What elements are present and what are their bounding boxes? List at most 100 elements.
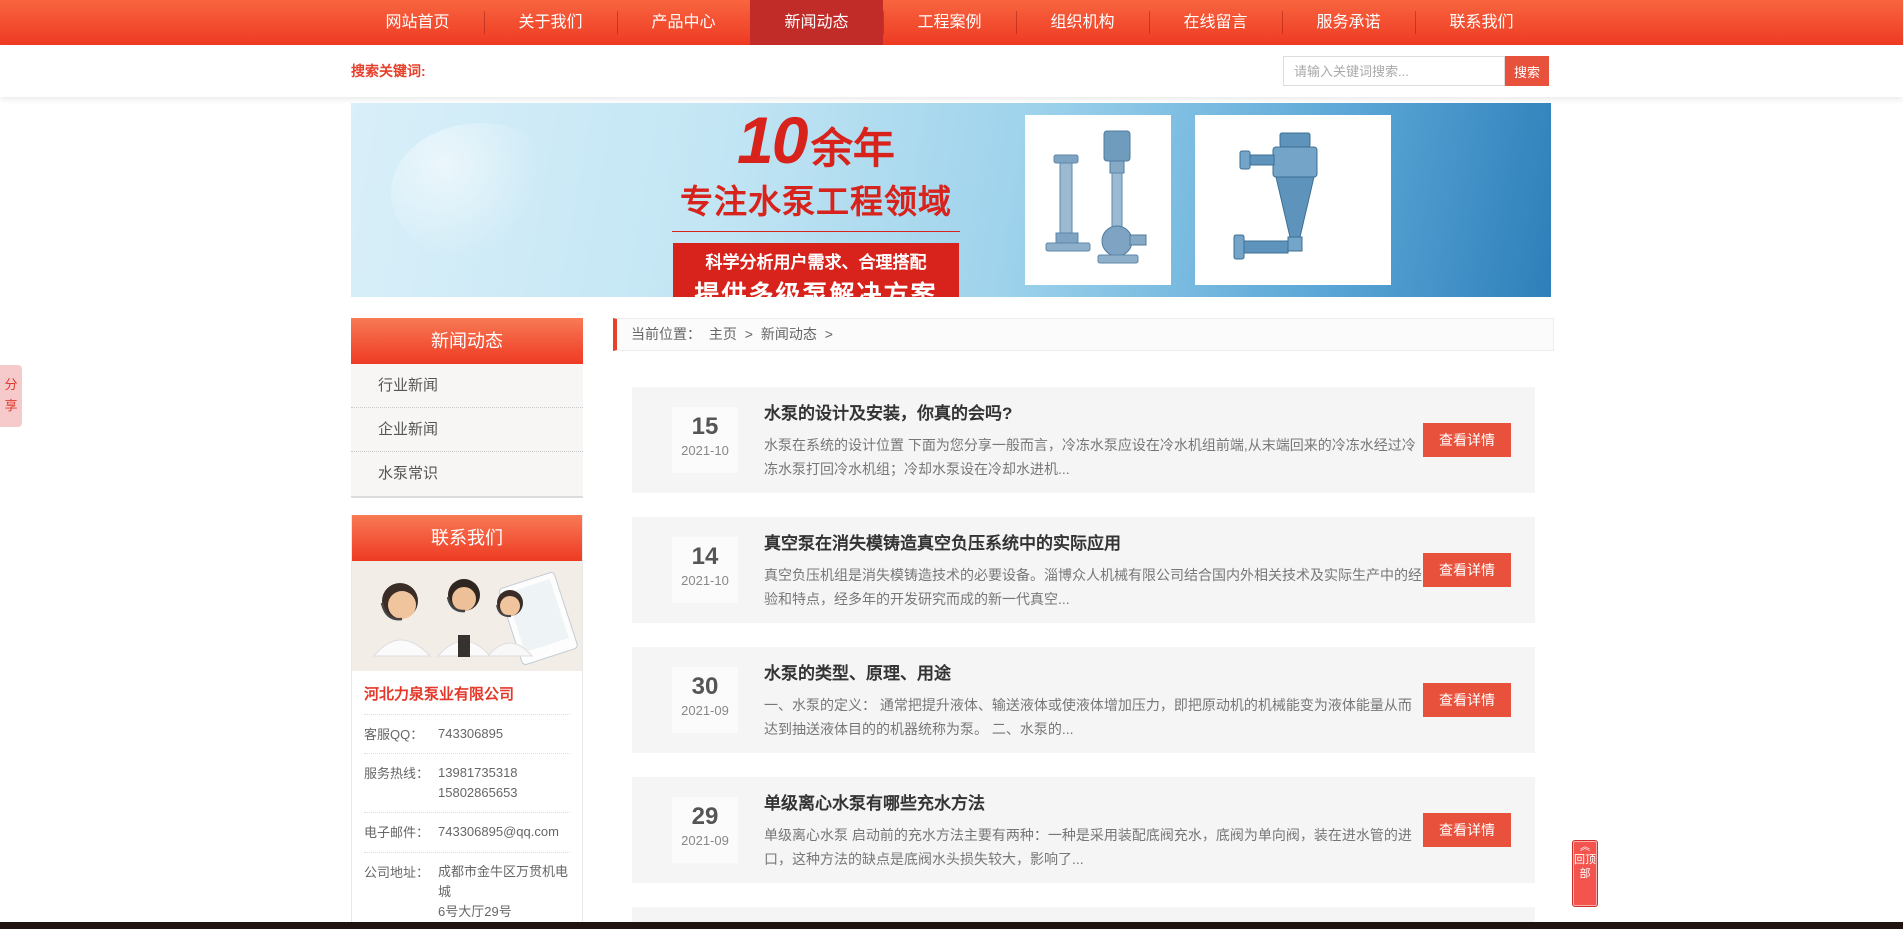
news-text: 单级离心水泵有哪些充水方法 单级离心水泵 启动前的充水方法主要有两种：一种是采用… — [764, 789, 1424, 872]
nav-item-message[interactable]: 在线留言 — [1149, 0, 1282, 45]
contact-row-address: 公司地址： 成都市金牛区万贯机电城 6号大厅29号 — [364, 853, 570, 929]
breadcrumb-current-link[interactable]: 新闻动态 — [761, 326, 817, 342]
nav-item-about[interactable]: 关于我们 — [484, 0, 617, 45]
breadcrumb-prefix: 当前位置： — [631, 326, 701, 342]
hotline-number-2: 15802865653 — [438, 783, 570, 803]
search-input[interactable] — [1283, 56, 1505, 86]
nav-item-cases[interactable]: 工程案例 — [883, 0, 1016, 45]
breadcrumb-separator: > — [745, 326, 753, 342]
nav-item-service[interactable]: 服务承诺 — [1282, 0, 1415, 45]
breadcrumb-home-link[interactable]: 主页 — [709, 326, 737, 342]
news-date-box: 30 2021-09 — [672, 667, 738, 733]
news-title[interactable]: 水泵的设计及安装，你真的会吗? — [764, 399, 1424, 424]
news-title[interactable]: 单级离心水泵有哪些充水方法 — [764, 789, 1424, 814]
news-list-item: 14 2021-10 真空泵在消失模铸造真空负压系统中的实际应用 真空负压机组是… — [632, 517, 1535, 623]
contact-row-email: 电子邮件： 743306895@qq.com — [364, 813, 570, 852]
news-excerpt: 真空负压机组是消失模铸造技术的必要设备。淄博众人机械有限公司结合国内外相关技术及… — [764, 563, 1424, 612]
banner-text: 10 余年 专注水泵工程领域 科学分析用户需求、合理搭配 提供多级泵解决方案 — [666, 107, 966, 297]
news-date-month: 2021-10 — [672, 573, 738, 588]
view-detail-button[interactable]: 查看详情 — [1423, 553, 1511, 587]
news-date-month: 2021-10 — [672, 443, 738, 458]
nav-item-products[interactable]: 产品中心 — [617, 0, 750, 45]
news-date-box: 14 2021-10 — [672, 537, 738, 603]
search-strip: 搜索关键词: 搜索 — [0, 45, 1903, 97]
back-to-top-button[interactable]: ︽ 回顶部 — [1572, 840, 1598, 907]
banner-badge-line1: 科学分析用户需求、合理搭配 — [677, 248, 955, 273]
news-date-day: 15 — [672, 414, 738, 440]
footer-top-edge — [0, 922, 1903, 929]
news-list-item: 15 2021-10 水泵的设计及安装，你真的会吗? 水泵在系统的设计位置 下面… — [632, 387, 1535, 493]
banner-product-image-vertical-pump — [1025, 115, 1171, 285]
menu-item-pump-knowledge[interactable]: 水泵常识 — [351, 452, 583, 496]
sidebar: 新闻动态 行业新闻 企业新闻 水泵常识 联系我们 — [351, 318, 583, 929]
menu-item-company-news[interactable]: 企业新闻 — [351, 408, 583, 452]
news-date-day: 30 — [672, 674, 738, 700]
qq-value: 743306895 — [438, 724, 570, 744]
hotline-label: 服务热线： — [364, 763, 438, 803]
nav-list: 网站首页 关于我们 产品中心 新闻动态 工程案例 组织机构 在线留言 服务承诺 … — [351, 0, 1903, 45]
nav-item-home[interactable]: 网站首页 — [351, 0, 484, 45]
view-detail-button[interactable]: 查看详情 — [1423, 683, 1511, 717]
news-title[interactable]: 真空泵在消失模铸造真空负压系统中的实际应用 — [764, 529, 1424, 554]
news-title[interactable]: 水泵的类型、原理、用途 — [764, 659, 1424, 684]
contact-info: 河北力泉泵业有限公司 客服QQ： 743306895 服务热线： 1398173… — [352, 671, 582, 929]
view-detail-button[interactable]: 查看详情 — [1423, 423, 1511, 457]
breadcrumb: 当前位置： 主页 > 新闻动态 > — [613, 318, 1554, 351]
hero-banner[interactable]: 10 余年 专注水泵工程领域 科学分析用户需求、合理搭配 提供多级泵解决方案 — [351, 103, 1551, 297]
address-line-1: 成都市金牛区万贯机电城 — [438, 862, 570, 902]
hotline-value: 13981735318 15802865653 — [438, 763, 570, 803]
contact-row-hotline: 服务热线： 13981735318 15802865653 — [364, 754, 570, 813]
banner-headline: 专注水泵工程领域 — [666, 175, 966, 223]
qq-label: 客服QQ： — [364, 724, 438, 744]
breadcrumb-separator: > — [825, 326, 833, 342]
address-label: 公司地址： — [364, 862, 438, 922]
banner-badge: 科学分析用户需求、合理搭配 提供多级泵解决方案 — [673, 243, 959, 297]
news-menu-block: 新闻动态 行业新闻 企业新闻 水泵常识 — [351, 318, 583, 498]
news-date-month: 2021-09 — [672, 833, 738, 848]
nav-item-news[interactable]: 新闻动态 — [750, 0, 883, 45]
news-date-box: 29 2021-09 — [672, 797, 738, 863]
view-detail-button[interactable]: 查看详情 — [1423, 813, 1511, 847]
news-date-day: 14 — [672, 544, 738, 570]
vertical-pump-illustration — [1038, 125, 1158, 275]
contact-block: 联系我们 — [351, 515, 583, 929]
share-tab[interactable]: 分享 — [0, 365, 22, 427]
news-date-day: 29 — [672, 804, 738, 830]
news-list-item: 30 2021-09 水泵的类型、原理、用途 一、水泵的定义： 通常把提升液体、… — [632, 647, 1535, 753]
news-list-item: 29 2021-09 单级离心水泵有哪些充水方法 单级离心水泵 启动前的充水方法… — [632, 777, 1535, 883]
news-excerpt: 单级离心水泵 启动前的充水方法主要有两种：一种是采用装配底阀充水，底阀为单向阀，… — [764, 823, 1424, 872]
menu-item-industry-news[interactable]: 行业新闻 — [351, 364, 583, 408]
banner-badge-line2: 提供多级泵解决方案 — [677, 275, 955, 297]
search-box: 搜索 — [1283, 56, 1549, 86]
top-navigation: 网站首页 关于我们 产品中心 新闻动态 工程案例 组织机构 在线留言 服务承诺 … — [0, 0, 1903, 45]
back-to-top-label: 回顶部 — [1574, 854, 1596, 880]
contact-row-qq: 客服QQ： 743306895 — [364, 715, 570, 754]
cyclone-pump-illustration — [1218, 125, 1368, 275]
search-keywords-label: 搜索关键词: — [351, 63, 426, 79]
news-list: 15 2021-10 水泵的设计及安装，你真的会吗? 水泵在系统的设计位置 下面… — [613, 387, 1554, 929]
banner-years-number: 10 — [737, 103, 806, 177]
news-text: 水泵的设计及安装，你真的会吗? 水泵在系统的设计位置 下面为您分享一般而言，冷冻… — [764, 399, 1424, 482]
double-chevron-up-icon: ︽ — [1573, 843, 1597, 853]
customer-service-illustration — [352, 561, 582, 671]
address-value: 成都市金牛区万贯机电城 6号大厅29号 — [438, 862, 570, 922]
email-label: 电子邮件： — [364, 822, 438, 842]
nav-item-contact[interactable]: 联系我们 — [1415, 0, 1548, 45]
nav-item-organization[interactable]: 组织机构 — [1016, 0, 1149, 45]
page: 网站首页 关于我们 产品中心 新闻动态 工程案例 组织机构 在线留言 服务承诺 … — [0, 0, 1903, 929]
banner-divider — [672, 231, 960, 232]
customer-service-photo — [352, 561, 582, 671]
hotline-number-1: 13981735318 — [438, 763, 570, 783]
banner-product-image-cyclone-pump — [1195, 115, 1391, 285]
news-excerpt: 一、水泵的定义： 通常把提升液体、输送液体或使液体增加压力，即把原动机的机械能变… — [764, 693, 1424, 742]
news-text: 真空泵在消失模铸造真空负压系统中的实际应用 真空负压机组是消失模铸造技术的必要设… — [764, 529, 1424, 612]
address-line-2: 6号大厅29号 — [438, 902, 570, 922]
company-name: 河北力泉泵业有限公司 — [364, 671, 570, 715]
news-excerpt: 水泵在系统的设计位置 下面为您分享一般而言，冷冻水泵应设在冷水机组前端,从末端回… — [764, 433, 1424, 482]
banner-years-suffix: 余年 — [811, 125, 895, 172]
news-menu-list: 行业新闻 企业新闻 水泵常识 — [351, 364, 583, 498]
news-date-month: 2021-09 — [672, 703, 738, 718]
search-button[interactable]: 搜索 — [1505, 56, 1549, 86]
news-date-box: 15 2021-10 — [672, 407, 738, 473]
news-menu-title: 新闻动态 — [351, 318, 583, 364]
